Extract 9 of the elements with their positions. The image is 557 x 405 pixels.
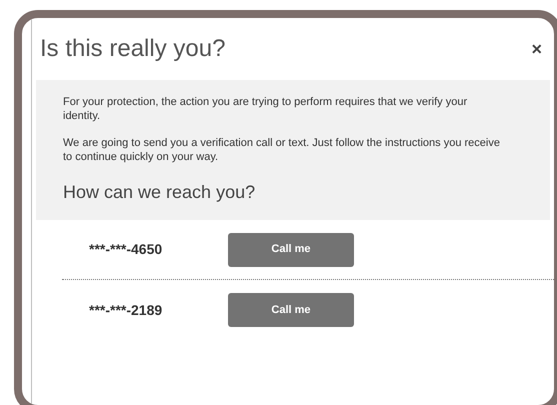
phone-number: ***-***-2189 [88,300,164,320]
info-text: We are going to send you a verification call or text. Just follow the instructions you receive to continue quickly on your way. [63,136,501,164]
call-button[interactable]: Call me [228,293,354,327]
phone-number: ***-***-4650 [88,240,164,259]
call-button[interactable]: Call me [228,232,354,266]
dialog-title: Is this really you? [40,34,226,64]
close-button[interactable]: × [531,40,542,58]
info-text: For your protection, the action you are trying to perform requires that we verify your identity. [63,95,468,123]
reach-heading: How can we reach you? [63,181,256,204]
